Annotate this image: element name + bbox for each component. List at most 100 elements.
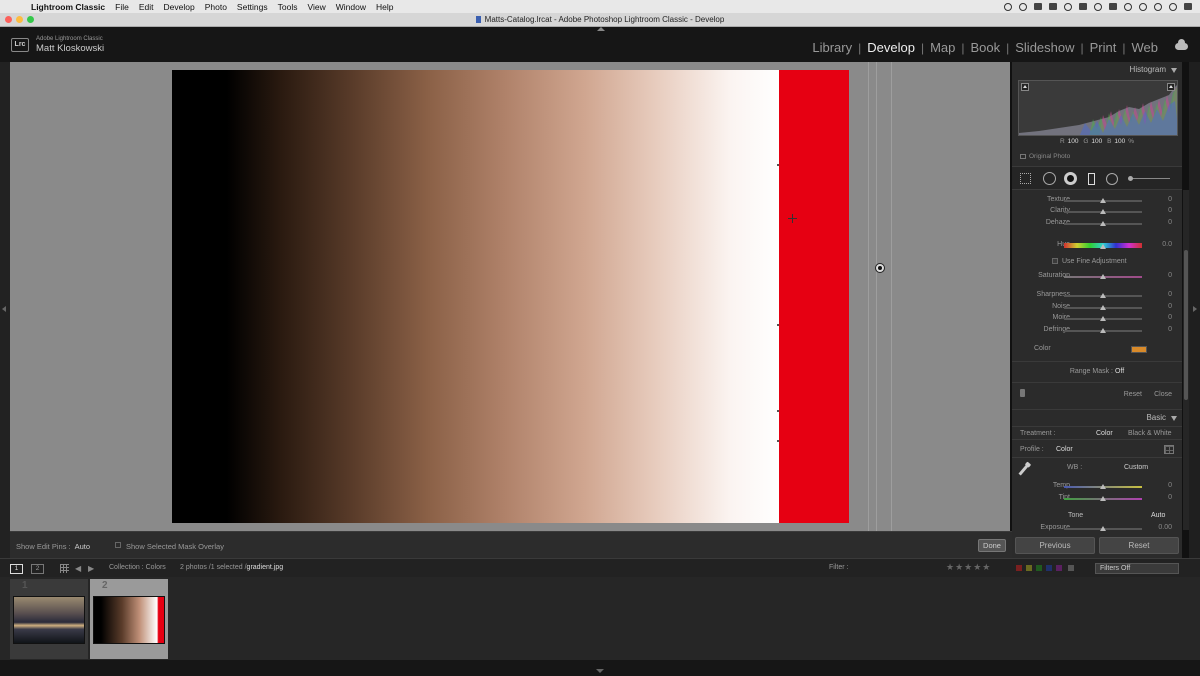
back-arrow-icon[interactable]: ◀	[75, 564, 81, 573]
primary-screen-button[interactable]: 1	[10, 564, 23, 574]
slider-track[interactable]	[1064, 209, 1142, 214]
slider-track[interactable]	[1064, 316, 1142, 321]
search-icon[interactable]	[1139, 2, 1147, 11]
slider-knob[interactable]	[1100, 496, 1106, 501]
mask-overlay-checkbox[interactable]	[115, 542, 121, 548]
fine-adjustment-toggle[interactable]: Use Fine Adjustment	[1052, 258, 1127, 265]
menu-help[interactable]: Help	[376, 2, 393, 12]
menu-view[interactable]: View	[307, 2, 325, 12]
status-icon[interactable]	[1034, 3, 1042, 10]
filmstrip-thumb-2[interactable]: 2	[90, 579, 168, 659]
collapse-right-icon[interactable]	[1193, 306, 1197, 312]
left-panel-collapsed[interactable]	[0, 62, 10, 558]
cloud-sync-icon[interactable]	[1175, 39, 1188, 50]
no-label-filter[interactable]	[1068, 565, 1074, 571]
slider-track[interactable]	[1064, 293, 1142, 298]
slider-knob[interactable]	[1100, 328, 1106, 333]
menu-edit[interactable]: Edit	[139, 2, 154, 12]
green-label-filter[interactable]	[1036, 565, 1042, 571]
treatment-bw-option[interactable]: Black & White	[1128, 430, 1172, 437]
purple-label-filter[interactable]	[1056, 565, 1062, 571]
gradient-guide-line[interactable]	[868, 62, 869, 531]
user-icon[interactable]	[1154, 2, 1162, 11]
noise-slider[interactable]: Noise 0	[1012, 302, 1182, 313]
clarity-slider[interactable]: Clarity 0	[1012, 206, 1182, 217]
slider-track[interactable]	[1064, 484, 1142, 489]
slider-track[interactable]	[1064, 328, 1142, 333]
menu-file[interactable]: File	[115, 2, 129, 12]
gradient-guide-line[interactable]	[891, 62, 892, 531]
right-panel-edge[interactable]	[1189, 62, 1200, 558]
histogram[interactable]	[1018, 80, 1178, 136]
adjustment-brush-slider-icon[interactable]	[1128, 176, 1170, 181]
siri-icon[interactable]	[1169, 2, 1177, 11]
original-photo-toggle[interactable]: Original Photo	[1020, 153, 1070, 160]
module-develop[interactable]: Develop	[861, 40, 921, 55]
red-eye-icon[interactable]	[1064, 172, 1077, 185]
slider-value[interactable]: 0	[1168, 272, 1172, 279]
basic-panel-header[interactable]: Basic	[1012, 409, 1182, 423]
slider-value[interactable]: 0	[1168, 314, 1172, 321]
image-canvas[interactable]	[10, 62, 1010, 531]
slider-value[interactable]: 0	[1168, 291, 1172, 298]
status-icon[interactable]	[1019, 2, 1027, 11]
show-edit-pins[interactable]: Show Edit Pins : Auto	[16, 542, 90, 551]
status-icon[interactable]	[1004, 2, 1012, 11]
battery-icon[interactable]	[1109, 3, 1117, 10]
tint-slider[interactable]: Tint0	[1012, 493, 1182, 504]
crop-tool-icon[interactable]	[1020, 173, 1031, 184]
hue-slider[interactable]: Hue0.0	[1012, 240, 1182, 251]
slider-track[interactable]	[1064, 221, 1142, 226]
reset-button[interactable]: Reset	[1099, 537, 1179, 554]
yellow-label-filter[interactable]	[1026, 565, 1032, 571]
red-label-filter[interactable]	[1016, 565, 1022, 571]
secondary-screen-button[interactable]: 2	[31, 564, 44, 574]
treatment-color-option[interactable]: Color	[1096, 430, 1113, 437]
slider-value[interactable]: 0	[1168, 207, 1172, 214]
reset-mask-button[interactable]: Reset	[1124, 391, 1142, 398]
shadow-clipping-icon[interactable]	[1021, 83, 1029, 91]
menu-photo[interactable]: Photo	[205, 2, 227, 12]
module-library[interactable]: Library	[806, 40, 858, 55]
saturation-slider[interactable]: Saturation 0	[1012, 271, 1182, 282]
menu-app[interactable]: Lightroom Classic	[31, 2, 105, 12]
slider-knob[interactable]	[1100, 293, 1106, 298]
slider-knob[interactable]	[1100, 274, 1106, 279]
slider-knob[interactable]	[1100, 209, 1106, 214]
module-book[interactable]: Book	[964, 40, 1006, 55]
graduated-filter-icon[interactable]	[1088, 173, 1095, 185]
slider-knob[interactable]	[1100, 526, 1106, 531]
panel-scrollbar-thumb[interactable]	[1184, 250, 1188, 400]
exposure-slider[interactable]: Exposure 0.00	[1012, 523, 1182, 534]
filters-dropdown[interactable]: Filters Off	[1095, 563, 1179, 574]
original-photo-checkbox[interactable]	[1020, 154, 1026, 159]
menu-window[interactable]: Window	[336, 2, 366, 12]
filmstrip-thumb-1[interactable]: 1	[10, 579, 88, 659]
defringe-slider[interactable]: Defringe 0	[1012, 325, 1182, 336]
photo-count[interactable]: 2 photos /1 selected /gradient.jpg	[180, 564, 283, 571]
photo-preview[interactable]	[172, 70, 849, 523]
menu-settings[interactable]: Settings	[237, 2, 268, 12]
notification-icon[interactable]	[1184, 3, 1192, 10]
slider-value[interactable]: 0	[1168, 219, 1172, 226]
mask-toggle-switch-icon[interactable]	[1020, 389, 1025, 397]
module-map[interactable]: Map	[924, 40, 961, 55]
sharpness-slider[interactable]: Sharpness 0	[1012, 290, 1182, 301]
slider-track[interactable]	[1064, 526, 1142, 531]
slider-track[interactable]	[1064, 274, 1142, 279]
expand-left-icon[interactable]	[2, 306, 6, 312]
collapse-top-icon[interactable]	[597, 27, 605, 31]
radial-filter-icon[interactable]	[1106, 173, 1118, 185]
highlight-clipping-icon[interactable]	[1167, 83, 1175, 91]
previous-button[interactable]: Previous	[1015, 537, 1095, 554]
hue-track[interactable]	[1064, 243, 1142, 249]
histogram-header[interactable]: Histogram	[1012, 65, 1182, 77]
forward-arrow-icon[interactable]: ▶	[88, 564, 94, 573]
slider-knob[interactable]	[1100, 305, 1106, 310]
star-rating-filter[interactable]: ★★★★★	[946, 562, 991, 573]
fine-adjustment-checkbox[interactable]	[1052, 258, 1058, 264]
edit-pin-icon[interactable]	[875, 263, 885, 273]
selected-filename[interactable]: gradient.jpg	[247, 564, 284, 571]
wb-select[interactable]: Custom	[1124, 464, 1148, 471]
temp-slider[interactable]: Temp 0	[1012, 481, 1182, 492]
